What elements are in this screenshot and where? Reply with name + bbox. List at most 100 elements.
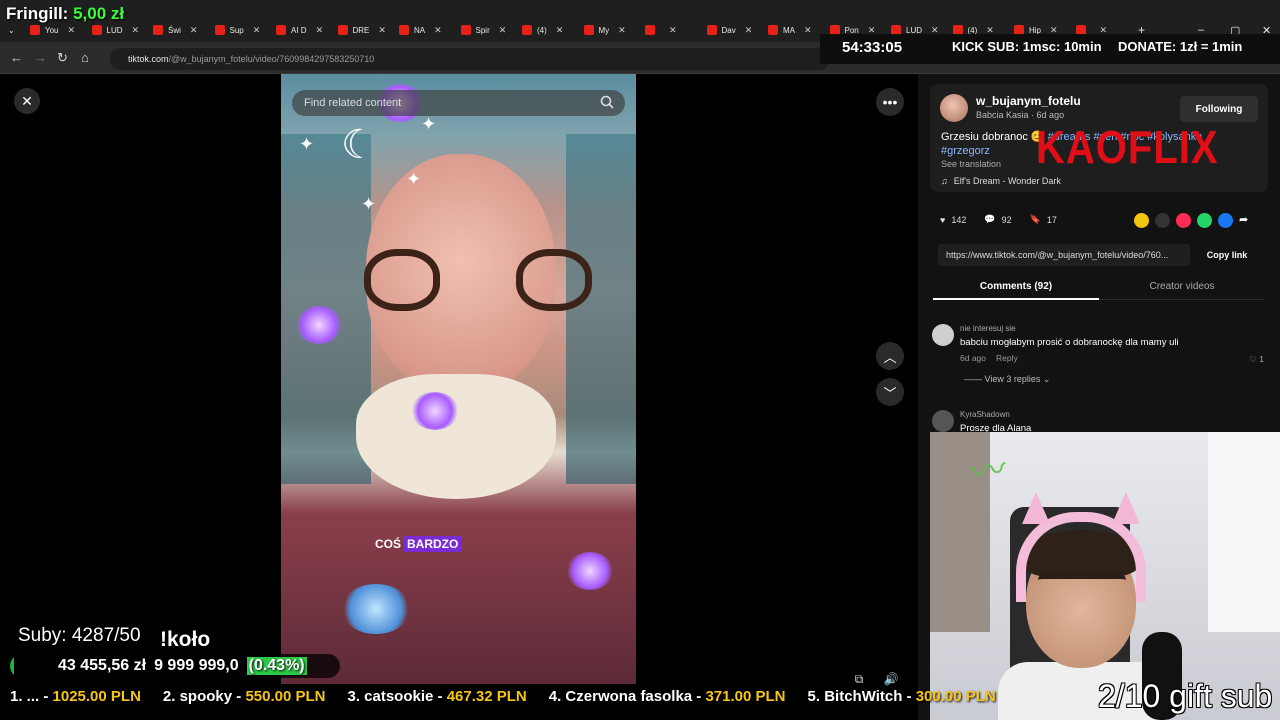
tab-close-icon[interactable]: ✕	[804, 25, 812, 36]
copy-link-button[interactable]: Copy link	[1194, 244, 1260, 266]
tab-favicon-icon	[214, 25, 225, 35]
comment-user[interactable]: KyraShadown	[960, 410, 1010, 419]
streamer-webcam: 〰	[930, 432, 1280, 720]
browser-tab[interactable]: MA ✕	[768, 20, 812, 40]
url-field[interactable]: tiktok.com/@w_bujanym_fotelu/video/76099…	[110, 48, 830, 70]
ticker-entry: 1. ... - 1025.00 PLN	[10, 688, 141, 710]
browser-tab[interactable]: Spir ✕	[460, 20, 507, 40]
comment-button[interactable]: 💬 92	[984, 214, 1011, 225]
whatsapp-icon[interactable]	[1197, 213, 1212, 228]
send-icon[interactable]	[1176, 213, 1191, 228]
reload-icon[interactable]: ↻	[57, 50, 68, 66]
browser-tab[interactable]: Świ ✕	[153, 20, 197, 40]
avatar[interactable]	[932, 324, 954, 346]
view-replies-button[interactable]: —— View 3 replies ⌄	[964, 374, 1050, 385]
username[interactable]: w_bujanym_fotelu	[976, 94, 1081, 108]
tab-close-icon[interactable]: ✕	[745, 25, 753, 36]
embed-icon[interactable]	[1155, 213, 1170, 228]
ticker-donor-amount: 300.00 PLN	[915, 688, 996, 705]
ticker-donor-amount: 467.32 PLN	[446, 688, 527, 705]
volume-icon[interactable]: 🔊	[880, 668, 902, 690]
more-icon: •••	[882, 94, 898, 110]
tab-favicon-icon	[399, 25, 409, 35]
tab-close-icon[interactable]: ✕	[132, 25, 140, 36]
video-link-field[interactable]: https://www.tiktok.com/@w_bujanym_fotelu…	[938, 244, 1190, 266]
forward-icon[interactable]: →	[34, 50, 47, 65]
top-donors-ticker: 1. ... - 1025.00 PLN 2. spooky - 550.00 P…	[0, 688, 1280, 710]
sparkle-icon: ✦	[406, 169, 422, 189]
music-info[interactable]: ♫ Elf's Dream - Wonder Dark	[941, 176, 1061, 186]
browser-tab[interactable]: DRE ✕	[337, 20, 386, 40]
browser-tab[interactable]: AI D ✕	[276, 20, 323, 40]
tab-close-icon[interactable]: ✕	[669, 25, 677, 36]
url-path: /@w_bujanym_fotelu/video/760998429758325…	[168, 54, 375, 64]
avatar[interactable]	[940, 94, 968, 122]
tab-close-icon[interactable]: ✕	[556, 25, 564, 36]
tab-creator-videos[interactable]: Creator videos	[1099, 281, 1265, 292]
ticker-entry: 3. catsookie - 467.32 PLN	[347, 688, 526, 710]
ticker-entry: 4. Czerwona fasolka - 371.00 PLN	[549, 688, 786, 710]
pip-icon[interactable]: ⧉	[848, 668, 870, 690]
browser-tab[interactable]: Sup ✕	[214, 20, 261, 40]
facebook-icon[interactable]	[1218, 213, 1233, 228]
description-hashtag[interactable]: #grzegorz	[941, 145, 990, 157]
tab-favicon-icon	[768, 25, 778, 35]
tab-close-icon[interactable]: ✕	[253, 25, 261, 36]
next-video-button[interactable]: ﹀	[876, 378, 904, 406]
moon-icon: ☾	[341, 123, 377, 167]
coin-icon[interactable]	[1134, 213, 1149, 228]
kick-sub-info: KICK SUB: 1msc: 10min	[952, 39, 1102, 54]
browser-tab[interactable]: ✕	[645, 20, 677, 40]
share-arrow-icon[interactable]: ➦	[1239, 213, 1254, 228]
tab-close-icon[interactable]: ✕	[499, 25, 507, 36]
chevron-down-icon: ⌄	[8, 25, 15, 35]
tab-favicon-icon	[91, 25, 102, 35]
sparkle-icon: ✦	[299, 134, 315, 154]
save-button[interactable]: 🔖 17	[1030, 214, 1057, 225]
tab-favicon-icon	[276, 25, 286, 35]
video-player[interactable]: ☾ ✦ ✦ ✦ ✦	[281, 74, 636, 684]
comment-age: 6d ago	[960, 353, 986, 363]
comment-meta: 6d ago Reply	[960, 353, 1018, 363]
back-icon[interactable]: ←	[10, 50, 23, 65]
gift-sub-counter: 2/10 gift sub	[1098, 678, 1273, 714]
ticker-donor-name: 2. spooky -	[162, 688, 246, 705]
browser-tab[interactable]: Dav ✕	[706, 20, 753, 40]
like-button[interactable]: ♥ 142	[940, 215, 966, 225]
search-icon[interactable]	[600, 95, 614, 109]
tab-close-icon[interactable]: ✕	[190, 25, 198, 36]
more-options-button[interactable]: •••	[876, 88, 904, 116]
tab-close-icon[interactable]: ✕	[378, 25, 386, 36]
related-content-search[interactable]: Find related content	[292, 90, 625, 116]
neon-sign: 〰	[967, 448, 1010, 494]
home-icon[interactable]: ⌂	[81, 50, 89, 65]
music-note-icon: ♫	[941, 176, 948, 186]
browser-tab[interactable]: (4) ✕	[522, 20, 563, 40]
tab-close-icon[interactable]: ✕	[68, 25, 76, 36]
tab-close-icon[interactable]: ✕	[618, 25, 626, 36]
description-text: Grzesiu dobranoc	[941, 131, 1028, 143]
tab-close-icon[interactable]: ✕	[316, 25, 324, 36]
previous-video-button[interactable]: ︿	[876, 342, 904, 370]
browser-tab[interactable]: My ✕	[583, 20, 626, 40]
comment-like-button[interactable]: ♡ 1	[1249, 354, 1264, 365]
following-button[interactable]: Following	[1180, 96, 1258, 122]
tab-comments[interactable]: Comments (92)	[933, 281, 1099, 300]
browser-tab[interactable]: NA ✕	[399, 20, 442, 40]
comment-user[interactable]: nie interesuj sie	[960, 324, 1016, 333]
tab-favicon-icon	[706, 25, 717, 35]
engagement-stats: ♥ 142 💬 92 🔖 17	[940, 214, 1057, 225]
fringill-counter: Fringill: 5,00 zł	[6, 4, 124, 24]
reply-button[interactable]: Reply	[996, 353, 1018, 363]
see-translation-link[interactable]: See translation	[941, 159, 1001, 169]
tab-close-icon[interactable]: ✕	[434, 25, 442, 36]
goal-text: 43 455,56 zł 9 999 999,0 (0.43%)	[58, 657, 307, 675]
goal-progress-fill	[10, 654, 14, 678]
close-video-button[interactable]: ✕	[14, 88, 40, 114]
donate-info: DONATE: 1zł = 1min	[1118, 39, 1243, 54]
avatar[interactable]	[932, 410, 954, 432]
tab-label: Spir	[475, 25, 490, 35]
subs-counter: Suby: 4287/50	[18, 625, 141, 646]
room-window	[1208, 432, 1280, 632]
heart-outline-icon: ♡	[1249, 354, 1257, 364]
